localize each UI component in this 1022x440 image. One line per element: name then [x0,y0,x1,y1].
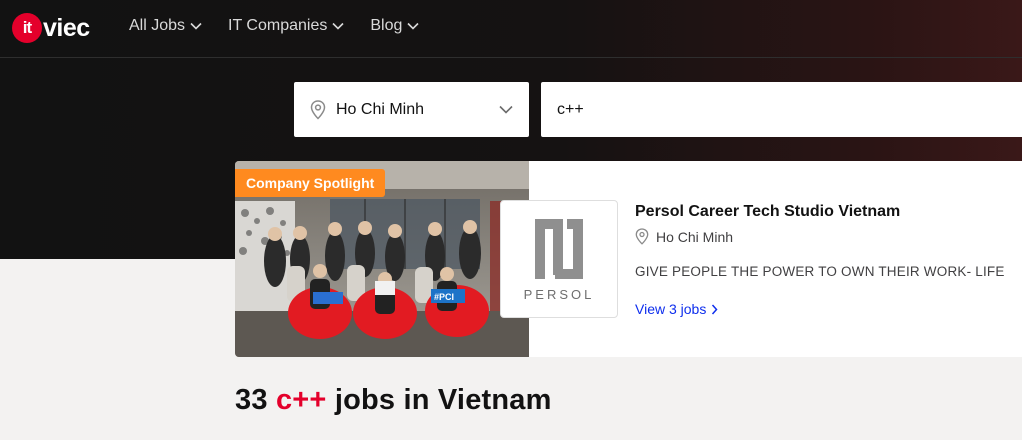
company-spotlight-badge: Company Spotlight [235,169,386,197]
location-pin-icon [635,228,649,245]
keyword-search-input[interactable] [557,100,1015,119]
results-suffix: jobs in Vietnam [334,384,552,416]
main-nav: All Jobs IT Companies Blog [129,17,419,35]
logo-word: viec [43,13,90,42]
results-heading: 33 c++ jobs in Vietnam [235,384,552,417]
chevron-down-icon [407,22,419,30]
nav-all-jobs-label: All Jobs [129,17,186,34]
view-jobs-link[interactable]: View 3 jobs [635,301,718,317]
keyword-search-field[interactable] [541,82,1022,137]
nav-all-jobs[interactable]: All Jobs [129,17,202,35]
results-keyword: c++ [275,384,327,416]
company-name[interactable]: Persol Career Tech Studio Vietnam [635,203,900,221]
location-pin-icon [310,99,326,120]
chevron-down-icon [499,105,513,114]
nav-blog[interactable]: Blog [370,17,419,35]
city-select-value: Ho Chi Minh [336,100,425,118]
company-logo[interactable]: PERSOL [500,200,618,318]
company-tagline: GIVE PEOPLE THE POWER TO OWN THEIR WORK-… [635,264,1005,279]
results-count: 33 [235,384,268,416]
nav-blog-label: Blog [370,17,403,34]
chevron-down-icon [190,22,202,30]
company-location-label: Ho Chi Minh [656,228,734,245]
persol-logo-mark [535,218,583,279]
view-jobs-label: View 3 jobs [635,301,707,317]
chevron-right-icon [712,304,718,314]
nav-it-companies-label: IT Companies [228,17,328,34]
chevron-down-icon [332,22,344,30]
logo-mark: it [12,13,42,43]
photo-sign-text: #PCI [434,292,454,302]
city-select[interactable]: Ho Chi Minh [294,82,529,137]
nav-it-companies[interactable]: IT Companies [228,17,344,35]
company-logo-word: PERSOL [523,286,595,302]
top-navbar: it viec All Jobs IT Companies Blog [0,0,1022,58]
company-spotlight-card[interactable]: #PCI Company Spotlight PERSOL Persol Car… [235,161,1022,357]
itviec-logo[interactable]: it viec [12,10,90,46]
company-location: Ho Chi Minh [635,228,733,245]
